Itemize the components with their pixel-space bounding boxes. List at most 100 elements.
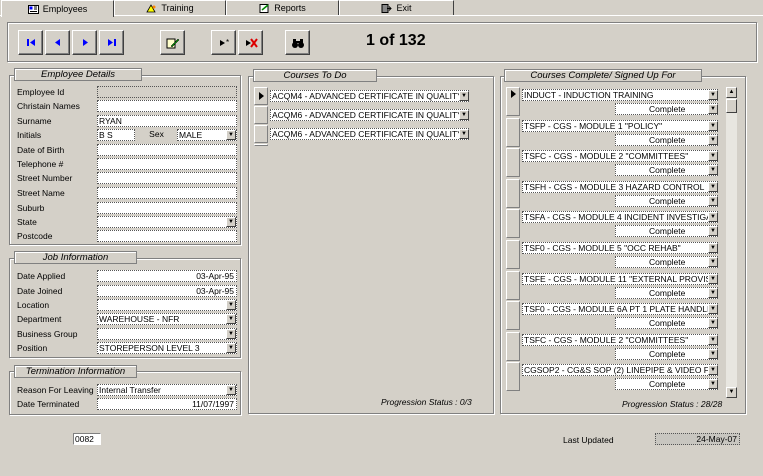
status-dropdown-button[interactable]: ▼ [708, 226, 718, 237]
status-dropdown-button[interactable]: ▼ [708, 104, 718, 114]
department-dropdown-button[interactable]: ▼ [226, 314, 236, 324]
row-selector[interactable] [506, 117, 520, 147]
record-code-field[interactable]: 0082 [73, 433, 101, 445]
new-row-selector[interactable] [254, 144, 268, 146]
date-joined-field[interactable]: 03-Apr-95 [97, 285, 237, 297]
course-todo-item[interactable]: ACQM6 - ADVANCED CERTIFICATE IN QUALITY [270, 128, 469, 140]
sex-dropdown-button[interactable]: ▼ [226, 130, 236, 140]
row-selector[interactable] [506, 362, 520, 392]
completed-course-item[interactable]: TSF0 - CGS - MODULE 6A PT 1 PLATE HANDLI… [522, 303, 718, 316]
course-dropdown-button[interactable]: ▼ [708, 90, 718, 100]
location-select[interactable] [97, 299, 237, 311]
position-select[interactable]: STOREPERSON LEVEL 3 [97, 342, 237, 354]
course-dropdown-button[interactable]: ▼ [708, 304, 718, 315]
course-todo-item[interactable]: ACQM6 - ADVANCED CERTIFICATE IN QUALITY [270, 109, 469, 121]
course-status-select[interactable]: Complete [615, 317, 718, 330]
telephone-field[interactable] [97, 158, 237, 170]
course-dropdown-button[interactable]: ▼ [708, 365, 718, 376]
course-todo-dropdown-button[interactable]: ▼ [459, 129, 469, 139]
status-dropdown-button[interactable]: ▼ [708, 287, 718, 298]
street-name-field[interactable] [97, 187, 237, 199]
christian-names-field[interactable] [97, 100, 237, 112]
tab-employees[interactable]: Employees [1, 0, 114, 17]
postcode-field[interactable] [97, 230, 237, 242]
surname-field[interactable]: RYAN [97, 115, 237, 127]
state-dropdown-button[interactable]: ▼ [226, 217, 236, 227]
department-select[interactable]: WAREHOUSE - NFR [97, 313, 237, 325]
row-selector[interactable] [506, 178, 520, 208]
status-dropdown-button[interactable]: ▼ [708, 165, 718, 176]
tab-exit[interactable]: Exit [339, 0, 454, 15]
row-selector[interactable] [506, 301, 520, 331]
reason-select[interactable]: Internal Transfer [97, 384, 237, 396]
row-selector[interactable] [254, 87, 268, 105]
suburb-field[interactable] [97, 202, 237, 214]
completed-course-item[interactable]: TSFC - CGS - MODULE 2 "COMMITTEES" [522, 333, 718, 346]
course-status-select[interactable]: Complete [615, 194, 718, 207]
course-dropdown-button[interactable]: ▼ [708, 151, 718, 162]
completed-course-item[interactable]: TSF0 - CGS - MODULE 5 "OCC REHAB" [522, 242, 718, 254]
course-status-select[interactable]: Complete [615, 347, 718, 360]
location-dropdown-button[interactable]: ▼ [226, 300, 236, 310]
business-group-dropdown-button[interactable]: ▼ [226, 329, 236, 339]
completed-course-item[interactable]: CGSOP2 - CG&S SOP (2) LINEPIPE & VIDEO F… [522, 364, 718, 377]
business-group-select[interactable] [97, 328, 237, 340]
courses-complete-scrollbar[interactable]: ▲ ▼ [726, 87, 737, 398]
state-select[interactable] [97, 216, 237, 228]
completed-course-item[interactable]: TSFA - CGS - MODULE 4 INCIDENT INVESTIGA… [522, 211, 718, 224]
scroll-thumb[interactable] [726, 99, 737, 113]
row-selector[interactable] [506, 331, 520, 361]
delete-record-button[interactable] [238, 30, 263, 55]
course-dropdown-button[interactable]: ▼ [708, 181, 718, 192]
find-record-button[interactable] [285, 30, 310, 55]
last-record-button[interactable] [99, 30, 124, 55]
row-selector[interactable] [506, 270, 520, 300]
course-status-select[interactable]: Complete [615, 256, 718, 268]
row-selector[interactable] [506, 87, 520, 116]
course-todo-item[interactable]: ACQM4 - ADVANCED CERTIFICATE IN QUALITY [270, 90, 469, 102]
next-record-button[interactable] [72, 30, 97, 55]
course-status-select[interactable]: Complete [615, 164, 718, 177]
date-terminated-field[interactable]: 11/07/1997 [97, 398, 237, 410]
reason-dropdown-button[interactable]: ▼ [226, 385, 236, 395]
status-dropdown-button[interactable]: ▼ [708, 257, 718, 267]
status-dropdown-button[interactable]: ▼ [708, 195, 718, 206]
course-status-select[interactable]: Complete [615, 286, 718, 299]
course-dropdown-button[interactable]: ▼ [708, 243, 718, 253]
status-dropdown-button[interactable]: ▼ [708, 134, 718, 145]
completed-course-item[interactable]: INDUCT - INDUCTION TRAINING [522, 89, 718, 101]
row-selector[interactable] [506, 209, 520, 239]
tab-reports[interactable]: Reports [226, 0, 339, 15]
edit-record-button[interactable] [160, 30, 185, 55]
completed-course-item[interactable]: TSFH - CGS - MODULE 3 HAZARD CONTROL [522, 180, 718, 193]
completed-course-item[interactable]: TSFP - CGS - MODULE 1 "POLICY" [522, 119, 718, 132]
course-todo-dropdown-button[interactable]: ▼ [459, 110, 469, 120]
completed-course-item[interactable]: TSFC - CGS - MODULE 2 "COMMITTEES" [522, 150, 718, 163]
course-status-select[interactable]: Complete [615, 378, 718, 391]
scroll-down-button[interactable]: ▼ [726, 387, 737, 398]
new-record-button[interactable]: * [211, 30, 236, 55]
course-dropdown-button[interactable]: ▼ [708, 120, 718, 131]
first-record-button[interactable] [18, 30, 43, 55]
scroll-up-button[interactable]: ▲ [726, 87, 737, 98]
course-status-select[interactable]: Complete [615, 225, 718, 238]
status-dropdown-button[interactable]: ▼ [708, 379, 718, 390]
course-dropdown-button[interactable]: ▼ [708, 212, 718, 223]
row-selector[interactable] [254, 106, 268, 124]
status-dropdown-button[interactable]: ▼ [708, 318, 718, 329]
street-number-field[interactable] [97, 172, 237, 184]
position-dropdown-button[interactable]: ▼ [226, 343, 236, 353]
course-status-select[interactable]: Complete [615, 103, 718, 115]
date-applied-field[interactable]: 03-Apr-95 [97, 270, 237, 282]
initials-field[interactable]: B S [97, 129, 135, 141]
course-status-select[interactable]: Complete [615, 133, 718, 146]
row-selector[interactable] [254, 125, 268, 143]
dob-field[interactable] [97, 144, 237, 156]
row-selector[interactable] [506, 148, 520, 178]
row-selector[interactable] [506, 240, 520, 269]
course-todo-dropdown-button[interactable]: ▼ [459, 91, 469, 101]
completed-course-item[interactable]: TSFE - CGS - MODULE 11 "EXTERNAL PROVISI… [522, 272, 718, 285]
tab-training[interactable]: Training [114, 0, 226, 15]
status-dropdown-button[interactable]: ▼ [708, 348, 718, 359]
course-dropdown-button[interactable]: ▼ [708, 334, 718, 345]
